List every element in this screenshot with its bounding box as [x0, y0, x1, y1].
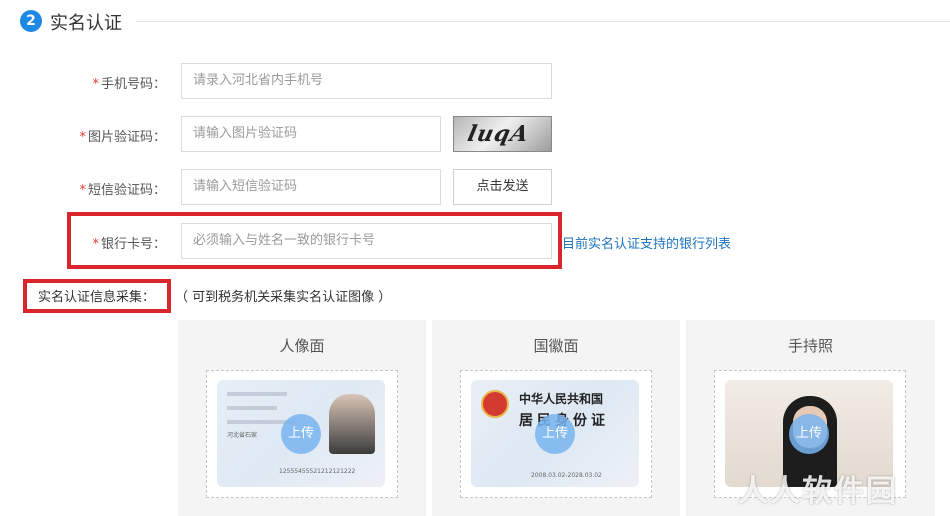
captcha-image[interactable]: luqA [453, 116, 552, 152]
phone-label: * 手机号码： [92, 77, 166, 92]
sms-code-label: * 短信验证码： [79, 183, 166, 198]
upload-badge[interactable]: 上传 [535, 414, 575, 454]
upload-badge[interactable]: 上传 [281, 414, 321, 454]
photo-panel-title: 手持照 [787, 337, 833, 355]
upload-badge[interactable]: 上传 [789, 414, 829, 454]
bank-card-label: * 银行卡号： [92, 237, 166, 252]
section-divider [136, 21, 950, 22]
image-code-input[interactable]: 请输入图片验证码 [181, 116, 441, 152]
photo-panel-emblem: 国徽面 中华人民共和国 居民身份证 2008.03.02-2028.03.02 … [432, 320, 680, 516]
watermark-logo: 人人软件园 [738, 474, 898, 509]
section-title: 实名认证 [50, 13, 122, 34]
collect-label: 实名认证信息采集： [38, 290, 156, 305]
portrait-photo [329, 394, 375, 454]
upload-dropzone[interactable]: 中华人民共和国 居民身份证 2008.03.02-2028.03.02 上传 [460, 370, 652, 498]
id-card-front-image: 河北省石家 12555455521212121222 上传 [217, 380, 385, 487]
bank-card-input[interactable]: 必须输入与姓名一致的银行卡号 [181, 223, 552, 259]
phone-input[interactable]: 请录入河北省内手机号 [181, 63, 552, 99]
supported-banks-link[interactable]: 目前实名认证支持的银行列表 [562, 233, 731, 252]
step-number-badge: 2 [20, 10, 42, 32]
national-emblem-icon [481, 390, 509, 418]
sms-code-input[interactable]: 请输入短信验证码 [181, 169, 441, 205]
image-code-label: * 图片验证码： [79, 130, 166, 145]
photo-panel-title: 人像面 [279, 337, 325, 355]
upload-dropzone[interactable]: 河北省石家 12555455521212121222 上传 [206, 370, 398, 498]
collect-note: （ 可到税务机关采集实名认证图像 ） [175, 290, 392, 305]
id-card-back-image: 中华人民共和国 居民身份证 2008.03.02-2028.03.02 上传 [471, 380, 639, 487]
send-sms-button[interactable]: 点击发送 [453, 169, 552, 205]
photo-panel-title: 国徽面 [533, 337, 579, 355]
photo-panel-front: 人像面 河北省石家 12555455521212121222 上传 [178, 320, 426, 516]
